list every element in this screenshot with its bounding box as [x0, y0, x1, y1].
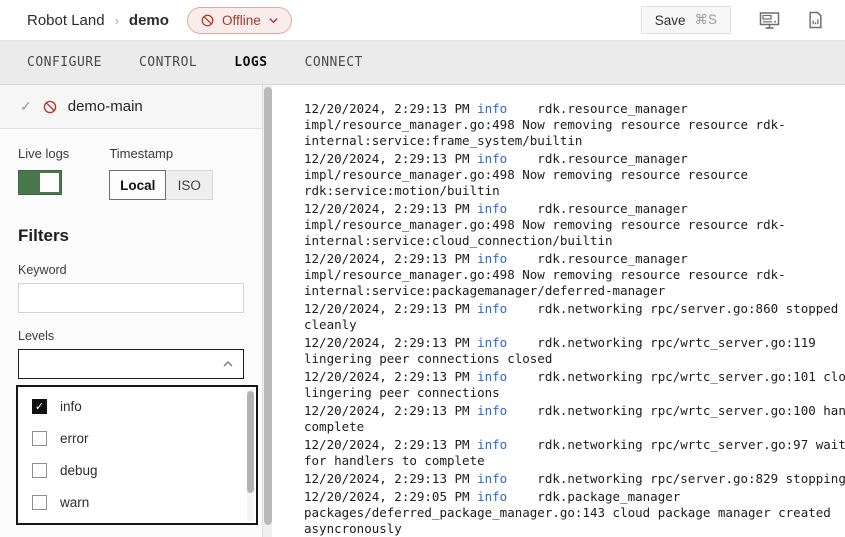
levels-select[interactable] — [18, 349, 244, 379]
log-level: info — [477, 151, 507, 166]
level-option-warn[interactable]: warn — [18, 486, 256, 518]
part-row-demo-main[interactable]: ✓ demo-main — [0, 85, 262, 129]
log-entry: 12/20/2024, 2:29:13 PMinfordk.resource_m… — [304, 151, 845, 199]
log-entry: 12/20/2024, 2:29:13 PMinfordk.networking… — [304, 369, 845, 401]
log-scrollbar[interactable] — [262, 85, 272, 537]
level-checkbox-debug[interactable] — [32, 463, 47, 478]
log-timestamp: 12/20/2024, 2:29:13 PM — [304, 251, 470, 266]
save-button[interactable]: Save ⌘S — [641, 6, 731, 34]
log-pane: 12/20/2024, 2:29:13 PMinfordk.resource_m… — [272, 85, 845, 537]
log-message: rdk.networking rpc/server.go:829 stoppin… — [537, 471, 845, 486]
chevron-down-icon — [268, 15, 279, 26]
part-no-signal-icon — [42, 99, 58, 115]
log-timestamp: 12/20/2024, 2:29:13 PM — [304, 369, 470, 384]
app-window: Robot Land › demo Offline Save ⌘S — [0, 0, 845, 537]
breadcrumb-root[interactable]: Robot Land — [27, 12, 105, 29]
log-entry: 12/20/2024, 2:29:13 PMinfordk.networking… — [304, 437, 845, 469]
live-logs-label: Live logs — [18, 146, 69, 161]
dropdown-scrollbar-thumb[interactable] — [247, 391, 254, 493]
log-timestamp: 12/20/2024, 2:29:13 PM — [304, 471, 470, 486]
level-option-label: error — [60, 431, 89, 446]
log-level: info — [477, 251, 507, 266]
level-option-info[interactable]: info — [18, 390, 256, 422]
log-timestamp: 12/20/2024, 2:29:13 PM — [304, 101, 470, 116]
log-level: info — [477, 101, 507, 116]
check-icon: ✓ — [20, 98, 32, 115]
log-entry: 12/20/2024, 2:29:13 PMinfordk.resource_m… — [304, 101, 845, 149]
log-entry: 12/20/2024, 2:29:05 PMinfordk.package_ma… — [304, 489, 845, 537]
tab-bar: CONFIGURE CONTROL LOGS CONNECT — [0, 40, 845, 85]
document-chart-icon[interactable] — [808, 11, 823, 29]
log-entry: 12/20/2024, 2:29:13 PM info rdk.networking… — [304, 471, 845, 487]
log-entry: 12/20/2024, 2:29:13 PMinfordk.networking… — [304, 335, 845, 367]
log-level: info — [477, 369, 507, 384]
level-checkbox-info[interactable] — [32, 399, 47, 414]
level-option-label: debug — [60, 463, 98, 478]
status-badge[interactable]: Offline — [187, 7, 292, 34]
live-logs-toggle[interactable] — [18, 170, 62, 195]
log-timestamp: 12/20/2024, 2:29:05 PM — [304, 489, 470, 504]
save-shortcut: ⌘S — [694, 12, 717, 28]
monitor-icon[interactable] — [759, 11, 780, 30]
log-timestamp: 12/20/2024, 2:29:13 PM — [304, 201, 470, 216]
level-option-debug[interactable]: debug — [18, 454, 256, 486]
tab-connect[interactable]: CONNECT — [305, 55, 363, 70]
filters-title: Filters — [18, 226, 244, 246]
levels-label: Levels — [18, 329, 244, 343]
toggle-knob — [40, 173, 59, 192]
chevron-up-icon — [222, 358, 234, 370]
level-option-error[interactable]: error — [18, 422, 256, 454]
level-option-label: warn — [60, 495, 89, 510]
timestamp-option-iso[interactable]: ISO — [166, 170, 213, 200]
keyword-label: Keyword — [18, 263, 244, 277]
log-level: info — [477, 335, 507, 350]
tab-logs[interactable]: LOGS — [234, 55, 267, 70]
log-timestamp: 12/20/2024, 2:29:13 PM — [304, 151, 470, 166]
no-signal-icon — [200, 13, 215, 28]
log-scrollbar-thumb[interactable] — [264, 87, 272, 525]
level-checkbox-warn[interactable] — [32, 495, 47, 510]
level-checkbox-error[interactable] — [32, 431, 47, 446]
save-button-label: Save — [655, 13, 686, 28]
log-timestamp: 12/20/2024, 2:29:13 PM — [304, 301, 470, 316]
breadcrumb-chevron-icon: › — [115, 13, 119, 28]
log-timestamp: 12/20/2024, 2:29:13 PM — [304, 403, 470, 418]
status-badge-label: Offline — [222, 13, 261, 28]
log-timestamp: 12/20/2024, 2:29:13 PM — [304, 335, 470, 350]
log-level: info — [477, 201, 507, 216]
log-list: 12/20/2024, 2:29:13 PMinfordk.resource_m… — [304, 101, 845, 537]
breadcrumb-current: demo — [129, 12, 169, 29]
tab-control[interactable]: CONTROL — [139, 55, 197, 70]
logs-sidebar: ✓ demo-main Live logs Timestamp Local — [0, 85, 262, 537]
log-level: info — [477, 403, 507, 418]
log-level: info — [477, 489, 507, 504]
log-entry: 12/20/2024, 2:29:13 PMinfordk.resource_m… — [304, 251, 845, 299]
top-bar: Robot Land › demo Offline Save ⌘S — [0, 0, 845, 40]
timestamp-segmented-control: Local ISO — [109, 170, 213, 200]
log-level: info — [477, 437, 507, 452]
tab-configure[interactable]: CONFIGURE — [27, 55, 102, 70]
log-level: info — [477, 301, 507, 316]
level-option-label: info — [60, 399, 82, 414]
log-entry: 12/20/2024, 2:29:13 PMinfordk.networking… — [304, 403, 845, 435]
log-level: info — [477, 471, 507, 486]
log-entry: 12/20/2024, 2:29:13 PMinfordk.networking… — [304, 301, 845, 333]
log-entry: 12/20/2024, 2:29:13 PMinfordk.resource_m… — [304, 201, 845, 249]
timestamp-option-local[interactable]: Local — [109, 170, 166, 200]
log-timestamp: 12/20/2024, 2:29:13 PM — [304, 437, 470, 452]
part-name: demo-main — [68, 98, 143, 115]
dropdown-scrollbar[interactable] — [247, 389, 254, 521]
timestamp-label: Timestamp — [109, 146, 213, 161]
levels-dropdown: info error debug warn — [16, 385, 258, 525]
keyword-input[interactable] — [18, 283, 244, 313]
